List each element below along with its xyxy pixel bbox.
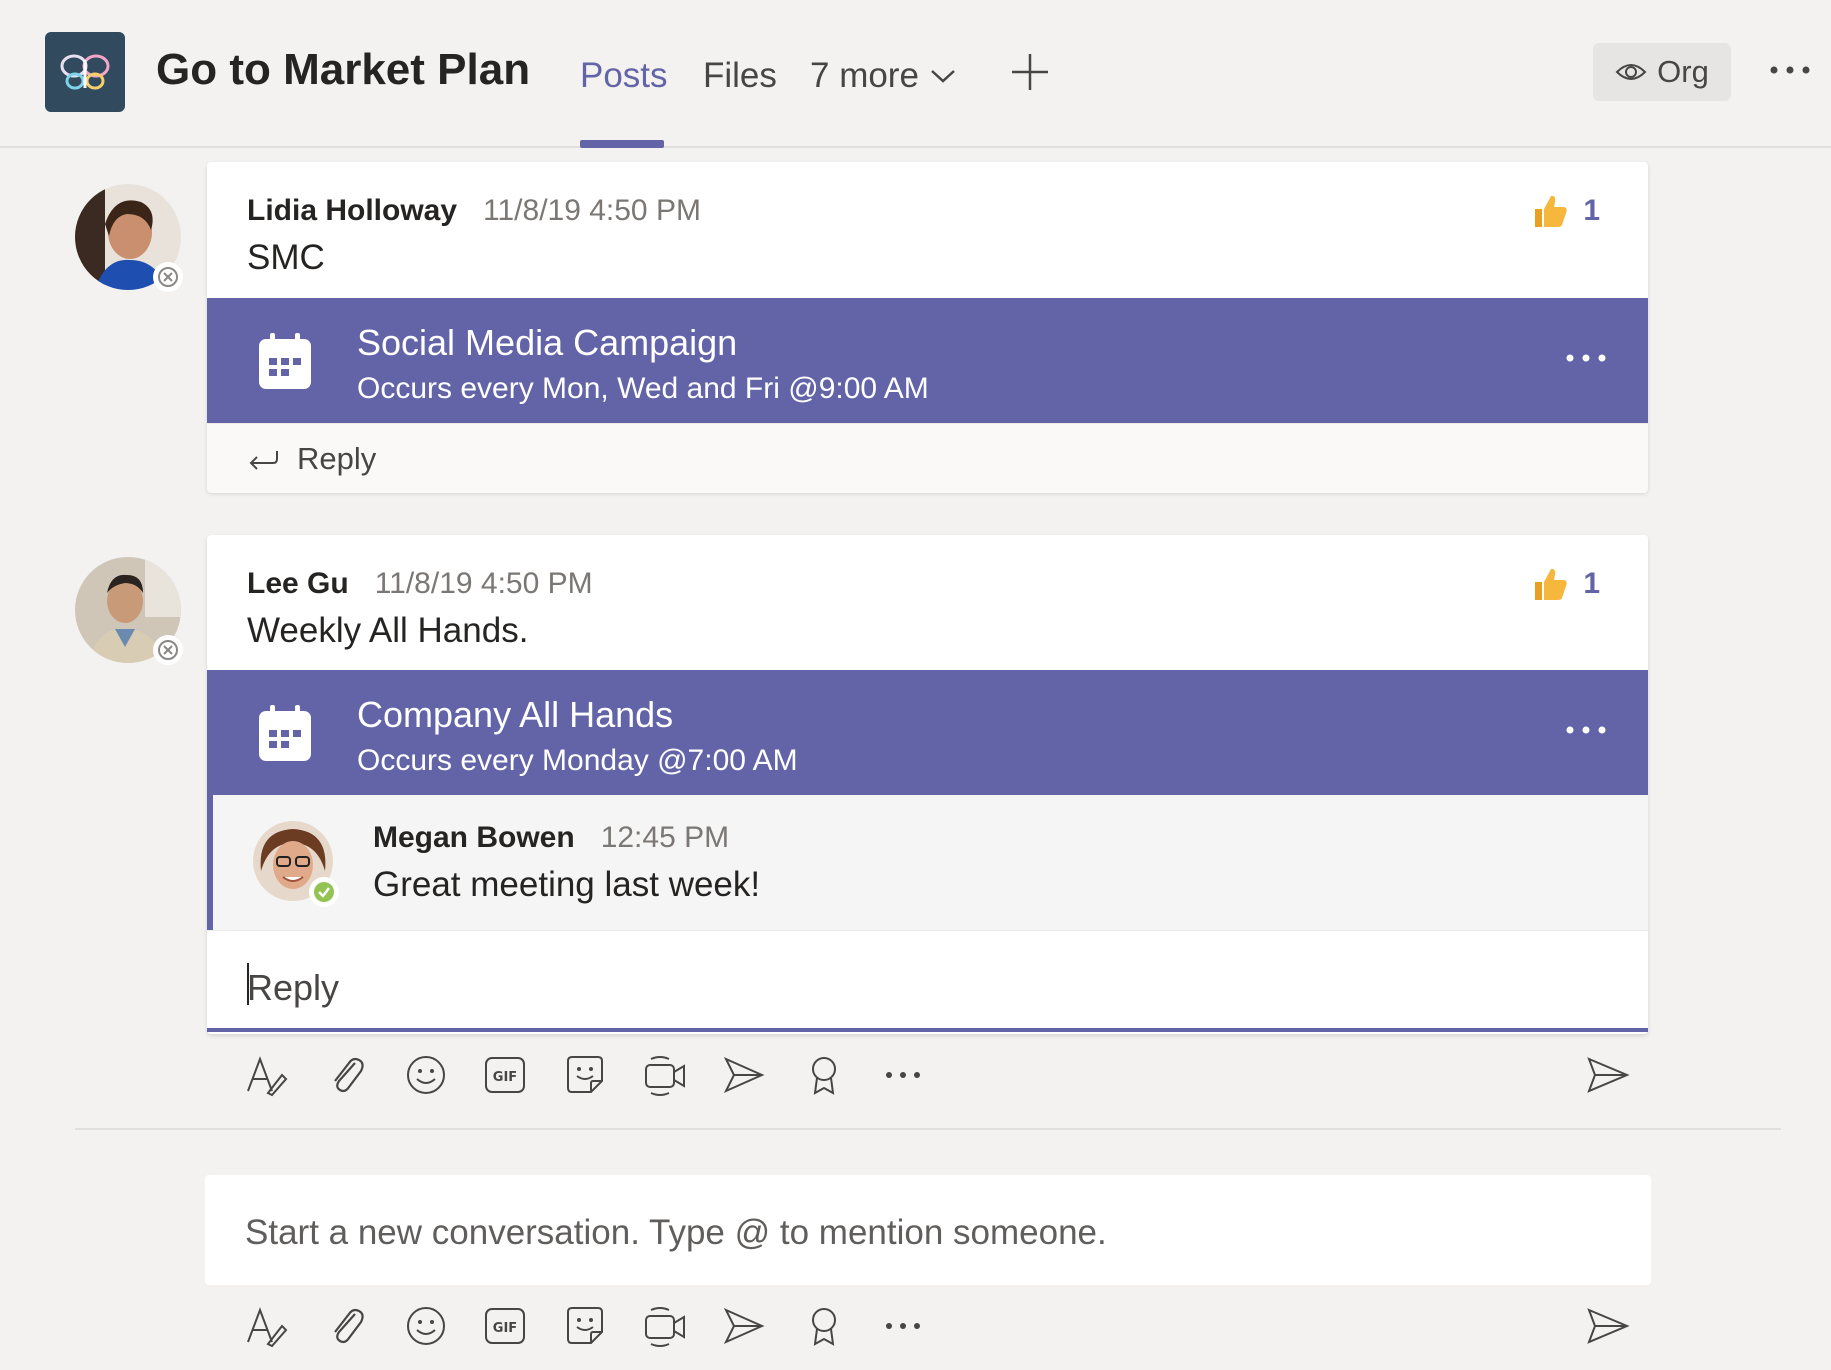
meeting-recurrence: Occurs every Mon, Wed and Fri @9:00 AM (357, 372, 929, 405)
sticker-icon[interactable] (562, 1303, 608, 1349)
more-options-icon[interactable] (880, 1052, 926, 1098)
timestamp: 11/8/19 4:50 PM (374, 567, 593, 600)
meet-now-icon[interactable] (642, 1052, 688, 1098)
reply-input-placeholder: Reply (247, 967, 340, 1008)
plus-icon (1012, 54, 1048, 90)
stream-icon[interactable] (721, 1303, 767, 1349)
conversation-divider (75, 1128, 1781, 1130)
sticker-icon[interactable] (562, 1052, 608, 1098)
gif-icon[interactable]: GIF (482, 1052, 528, 1098)
meeting-more-options-icon[interactable] (1564, 348, 1608, 368)
reaction-count: 1 (1583, 194, 1600, 227)
butterfly-icon (60, 54, 110, 90)
message-header: Lidia Holloway 11/8/19 4:50 PM (247, 194, 701, 228)
calendar-icon (259, 333, 311, 389)
emoji-icon[interactable] (403, 1303, 449, 1349)
reply-label: Reply (297, 440, 377, 476)
meeting-more-options-icon[interactable] (1564, 720, 1608, 740)
gif-icon[interactable]: GIF (482, 1303, 528, 1349)
tab-files[interactable]: Files (703, 56, 777, 96)
post-card: Lidia Holloway 11/8/19 4:50 PM SMC 1 Soc… (207, 162, 1648, 493)
tab-posts[interactable]: Posts (580, 56, 668, 96)
praise-icon[interactable] (801, 1052, 847, 1098)
meeting-card[interactable]: Company All Hands Occurs every Monday @7… (207, 670, 1648, 795)
send-icon[interactable] (1585, 1303, 1631, 1349)
svg-text:GIF: GIF (493, 1070, 517, 1085)
reply-header: Megan Bowen 12:45 PM (373, 821, 729, 855)
thumbs-up-icon (1535, 195, 1567, 227)
presence-offline-icon (153, 635, 183, 665)
meeting-title[interactable]: Company All Hands (357, 694, 673, 736)
meeting-recurrence: Occurs every Monday @7:00 AM (357, 744, 798, 777)
send-icon[interactable] (1585, 1052, 1631, 1098)
post-card: Lee Gu 11/8/19 4:50 PM Weekly All Hands.… (207, 535, 1648, 1034)
thread-reply: Megan Bowen 12:45 PM Great meeting last … (207, 795, 1648, 930)
praise-icon[interactable] (801, 1303, 847, 1349)
eye-icon (1615, 64, 1647, 80)
avatar-lee-gu[interactable] (75, 557, 183, 665)
org-label: Org (1657, 54, 1709, 89)
message-body: SMC (247, 238, 325, 277)
team-logo (45, 32, 125, 112)
reply-arrow-icon (249, 450, 278, 470)
add-tab-button[interactable] (1010, 52, 1050, 92)
reaction-count: 1 (1583, 567, 1600, 600)
meet-now-icon[interactable] (642, 1303, 688, 1349)
like-reaction[interactable]: 1 (1531, 192, 1600, 230)
more-tabs-label: 7 more (810, 56, 919, 95)
attach-icon[interactable] (324, 1303, 370, 1349)
reply-timestamp: 12:45 PM (600, 821, 730, 854)
chevron-down-icon (931, 70, 955, 83)
org-button[interactable]: Org (1593, 43, 1731, 101)
format-icon[interactable] (243, 1303, 289, 1349)
more-options-icon[interactable] (880, 1303, 926, 1349)
reply-author-name[interactable]: Megan Bowen (373, 821, 575, 855)
meeting-card[interactable]: Social Media Campaign Occurs every Mon, … (207, 298, 1648, 423)
message-header: Lee Gu 11/8/19 4:50 PM (247, 567, 593, 601)
author-name[interactable]: Lidia Holloway (247, 194, 457, 228)
new-conversation-input[interactable]: Start a new conversation. Type @ to ment… (205, 1175, 1651, 1285)
emoji-icon[interactable] (403, 1052, 449, 1098)
author-name[interactable]: Lee Gu (247, 567, 349, 601)
stream-icon[interactable] (721, 1052, 767, 1098)
team-name: Go to Market Plan (156, 45, 531, 94)
avatar-megan-bowen[interactable] (253, 821, 339, 907)
svg-text:GIF: GIF (493, 1321, 517, 1336)
reply-body: Great meeting last week! (373, 865, 761, 904)
presence-available-icon (309, 877, 339, 907)
new-conversation-toolbar: GIF (207, 1295, 1648, 1355)
like-reaction[interactable]: 1 (1531, 565, 1600, 603)
active-tab-indicator (580, 140, 664, 148)
more-tabs-button[interactable]: 7 more (810, 56, 957, 96)
thumbs-up-icon (1535, 568, 1567, 600)
format-icon[interactable] (243, 1052, 289, 1098)
calendar-icon (259, 705, 311, 761)
reply-button[interactable]: Reply (207, 423, 1648, 493)
new-conversation-placeholder: Start a new conversation. Type @ to ment… (245, 1213, 1107, 1252)
reply-compose-toolbar: GIF (207, 1044, 1648, 1104)
presence-offline-icon (153, 262, 183, 292)
reply-input[interactable]: Reply (207, 930, 1648, 1032)
message-body: Weekly All Hands. (247, 611, 529, 650)
timestamp: 11/8/19 4:50 PM (483, 194, 701, 227)
channel-header: Go to Market Plan Posts Files 7 more Org (0, 0, 1831, 148)
more-icon (1770, 66, 1810, 74)
attach-icon[interactable] (324, 1052, 370, 1098)
meeting-title[interactable]: Social Media Campaign (357, 322, 737, 364)
avatar-lidia-holloway[interactable] (75, 184, 183, 292)
channel-more-options-button[interactable] (1768, 58, 1812, 82)
